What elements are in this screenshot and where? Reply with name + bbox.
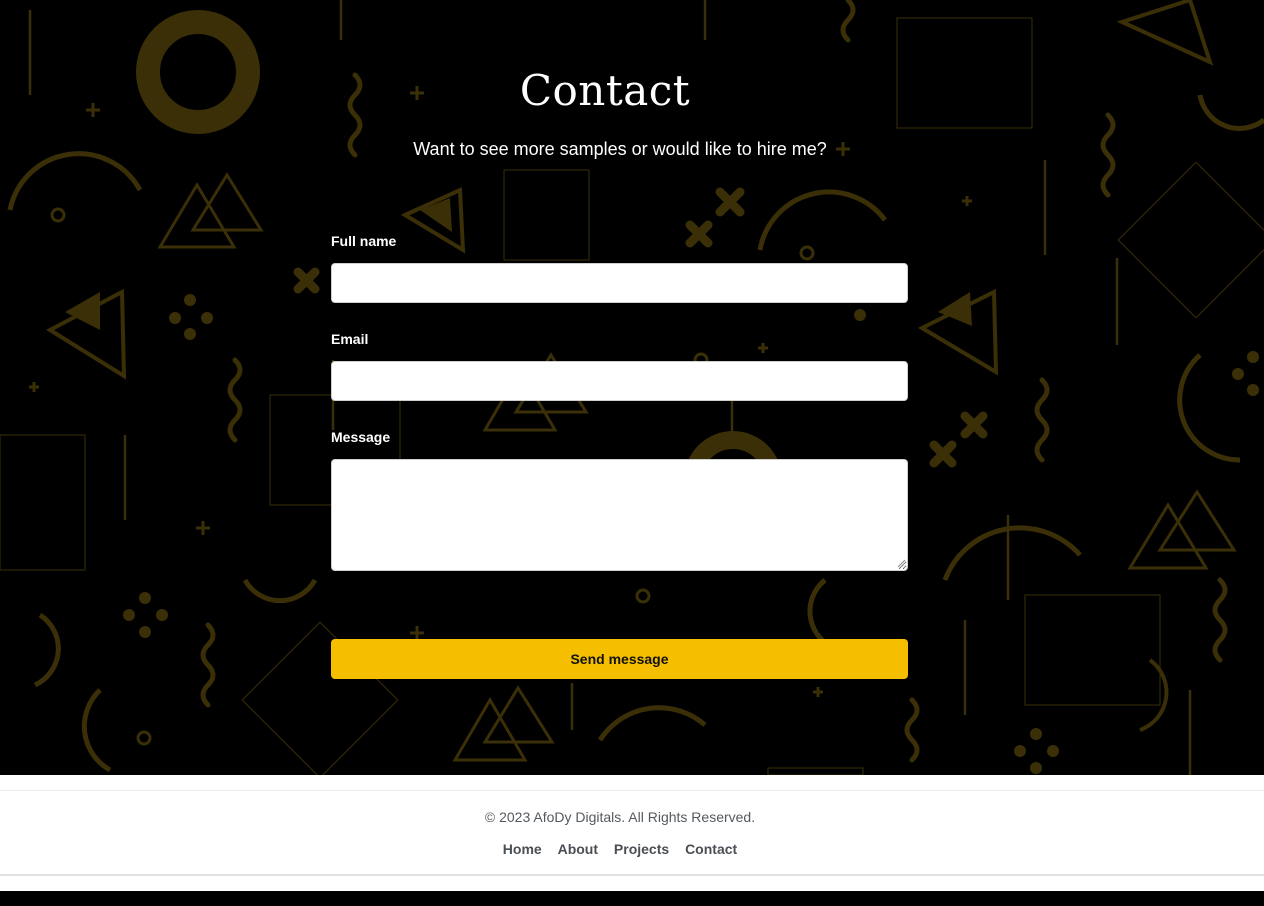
send-message-button[interactable]: Send message [331, 639, 908, 679]
footer-nav: Home About Projects Contact [0, 841, 1240, 857]
bottom-bar [0, 891, 1264, 906]
page-title: Contact [519, 66, 691, 115]
footer-link-projects[interactable]: Projects [614, 841, 669, 857]
footer-divider [0, 790, 1264, 791]
copyright-text: © 2023 AfoDy Digitals. All Rights Reserv… [484, 809, 756, 825]
footer-link-contact[interactable]: Contact [685, 841, 737, 857]
email-field[interactable] [331, 361, 908, 401]
message-label: Message [331, 429, 391, 445]
resize-grip-icon[interactable] [896, 558, 906, 568]
message-field[interactable] [331, 459, 908, 571]
fullname-field[interactable] [331, 263, 908, 303]
email-label: Email [331, 331, 369, 347]
page-subtitle: Want to see more samples or would like t… [413, 139, 827, 159]
footer-bottom-divider [0, 874, 1264, 876]
contact-section: Contact Want to see more samples or woul… [0, 0, 1264, 775]
fullname-label: Full name [331, 233, 397, 249]
footer-link-home[interactable]: Home [503, 841, 542, 857]
footer-link-about[interactable]: About [558, 841, 598, 857]
